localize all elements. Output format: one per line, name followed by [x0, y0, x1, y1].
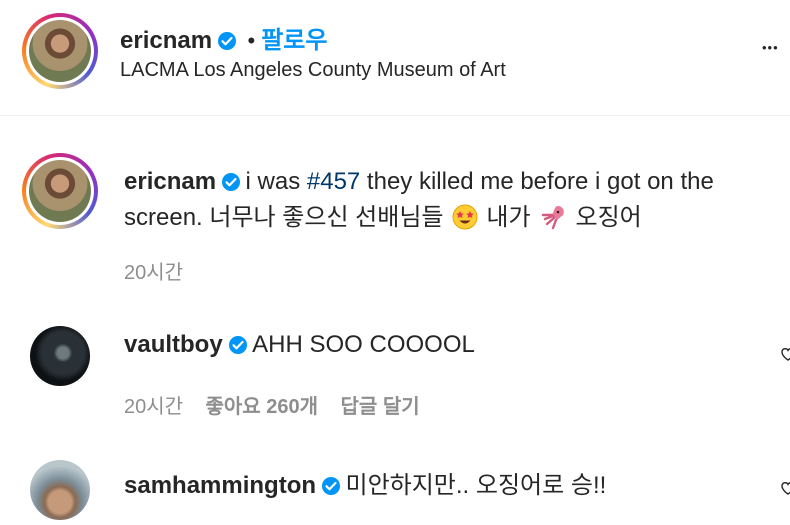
- avatar-image: [29, 20, 91, 82]
- like-heart-icon[interactable]: [780, 480, 790, 496]
- reply-button[interactable]: 답글 달기: [340, 396, 419, 418]
- comment-username[interactable]: samhammington: [124, 472, 316, 499]
- comment-row: vaultboy AHH SOO COOOOL: [124, 331, 475, 359]
- caption-line2-mid: 내가: [486, 204, 531, 231]
- comment-meta: 20시간 좋아요 260개 답글 달기: [124, 390, 420, 419]
- caption-line2-end: 오징어: [575, 204, 642, 231]
- verified-icon: [222, 173, 241, 191]
- comment-timestamp[interactable]: 20시간: [124, 396, 183, 418]
- like-heart-icon[interactable]: [780, 346, 790, 362]
- comment-text: AHH SOO COOOOL: [252, 331, 475, 358]
- header-avatar[interactable]: [22, 13, 98, 89]
- divider: [0, 115, 790, 116]
- location-link[interactable]: LACMA Los Angeles County Museum of Art: [120, 59, 506, 82]
- avatar-image: [29, 160, 91, 222]
- header-user-row: ericnam • 팔로우: [120, 20, 327, 55]
- comment-username[interactable]: vaultboy: [124, 331, 223, 358]
- header-username[interactable]: ericnam: [120, 27, 212, 54]
- squid-emoji-icon: [541, 206, 564, 230]
- caption-avatar[interactable]: [22, 153, 98, 229]
- caption-body: ericnam i was #457 they killed me before…: [124, 165, 784, 237]
- comment-row: samhammington 미안하지만.. 오징어로 승!!: [124, 465, 606, 500]
- vaultboy-avatar[interactable]: [30, 326, 90, 386]
- verified-icon: [228, 336, 247, 354]
- caption-line2: screen. 너무나 좋으신 선배님들: [124, 204, 444, 231]
- comment-likes[interactable]: 좋아요 260개: [206, 396, 319, 418]
- samhammington-avatar[interactable]: [30, 460, 90, 520]
- verified-icon: [322, 477, 341, 495]
- follow-button[interactable]: 팔로우: [261, 27, 327, 54]
- comment-text: 미안하지만.. 오징어로 승!!: [345, 472, 607, 499]
- caption-username[interactable]: ericnam: [124, 168, 216, 195]
- verified-icon: [218, 32, 237, 50]
- separator-dot: •: [247, 28, 256, 53]
- more-options-icon[interactable]: •••: [762, 40, 779, 55]
- caption-timestamp[interactable]: 20시간: [124, 256, 183, 285]
- hashtag-link[interactable]: #457: [307, 168, 360, 195]
- star-struck-emoji-icon: [452, 204, 478, 230]
- caption-text-cont: they killed me before i got on the: [360, 168, 714, 195]
- caption-text: i was: [245, 168, 307, 195]
